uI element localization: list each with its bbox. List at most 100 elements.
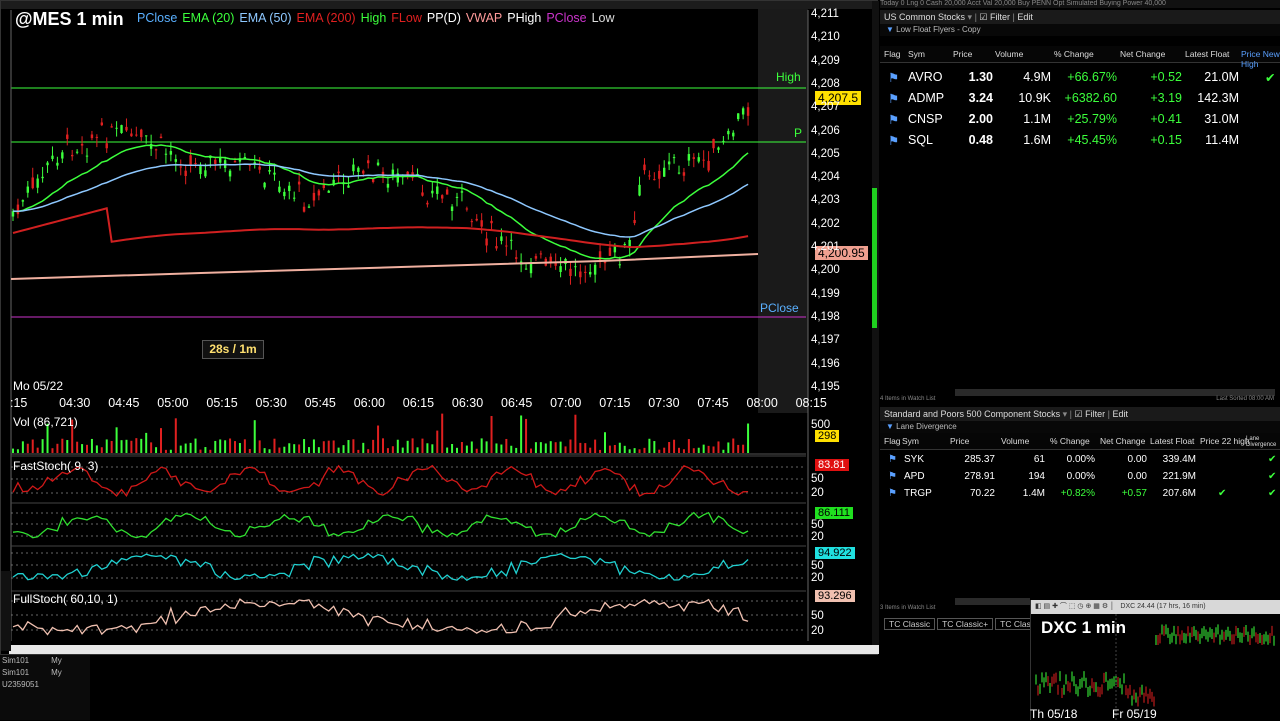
dxc-chart-window[interactable]: ◧ ▤ ✚ ⌒ ⬚ ◷ ⊕ ▦ ⚙ │ DXC 24.44 (17 hrs, 1…: [1030, 600, 1280, 720]
col-header[interactable]: Latest Float: [1185, 49, 1229, 59]
col-header[interactable]: Volume: [1001, 436, 1029, 446]
edit-button[interactable]: Edit: [1112, 409, 1128, 419]
table-row[interactable]: ⚑ APD 278.91 194 0.00% 0.00 221.9M ✔: [880, 469, 1280, 486]
filter-icon[interactable]: ☑: [979, 12, 987, 22]
watchlist-header[interactable]: US Common Stocks ▾ | ☑ Filter | Edit: [880, 10, 1280, 24]
volume-bar: [722, 449, 725, 453]
cell-sym: AVRO: [908, 70, 943, 84]
watchlist-us-common[interactable]: US Common Stocks ▾ | ☑ Filter | Edit ▼ L…: [880, 10, 1280, 390]
funnel-icon[interactable]: ▼: [886, 422, 894, 431]
flag-icon[interactable]: ⚑: [888, 488, 897, 499]
watchlist-rows[interactable]: ⚑ AVRO 1.30 4.9M +66.67% +0.52 21.0M ✔ ⚑ ADMP 3.24…: [880, 67, 1280, 151]
order-bar-strip[interactable]: [1, 571, 11, 651]
col-header[interactable]: Flag: [884, 436, 901, 446]
watchlist-subheader[interactable]: ▼ Low Float Flyers - Copy: [880, 24, 1280, 36]
watchlist-1-scrollbar[interactable]: [955, 389, 1275, 396]
col-header[interactable]: Lane Divergence: [1246, 436, 1280, 448]
candle-body: [130, 133, 133, 137]
candle-body: [179, 166, 182, 168]
volume-bar: [643, 447, 646, 453]
candle-body: [307, 206, 311, 208]
table-row[interactable]: ⚑ CNSP 2.00 1.1M +25.79% +0.41 31.0M: [880, 109, 1280, 130]
horizontal-scrollbar[interactable]: [9, 645, 879, 654]
candle-body: [51, 155, 54, 159]
time-tick: 07:30: [648, 396, 680, 410]
cell-net: 0.00: [1127, 454, 1147, 465]
candle-body: [327, 190, 330, 193]
tab-tc-classic[interactable]: TC Classic: [884, 618, 936, 630]
flag-icon[interactable]: ⚑: [888, 112, 899, 127]
col-header[interactable]: Price New High: [1241, 49, 1280, 69]
price-chart-canvas[interactable]: [1, 1, 879, 656]
candle-body: [125, 126, 128, 131]
cell-sym: ADMP: [908, 91, 945, 105]
volume-bar: [21, 441, 24, 453]
col-header[interactable]: Net Change: [1100, 436, 1145, 446]
col-header[interactable]: Net Change: [1120, 49, 1165, 59]
sublist-selector[interactable]: Low Float Flyers - Copy: [896, 25, 980, 34]
account-row[interactable]: Sim101 My: [0, 667, 90, 679]
flag-icon[interactable]: ⚑: [888, 70, 899, 85]
col-header[interactable]: Sym: [908, 49, 925, 59]
col-header[interactable]: % Change: [1054, 49, 1094, 59]
funnel-icon[interactable]: ▼: [886, 25, 894, 34]
watchlist-column-headers[interactable]: Flag Sym Price Volume % Change Net Chang…: [880, 433, 1280, 450]
vertical-scroll-thumb[interactable]: [872, 188, 877, 328]
col-header[interactable]: % Change: [1050, 436, 1090, 446]
tab-tc-classic-plus[interactable]: TC Classic+: [937, 618, 994, 630]
volume-bar: [574, 414, 577, 453]
account-list[interactable]: Sim101 My Sim101 My U2359051: [0, 655, 90, 720]
workspace-tabs[interactable]: TC Classic TC Classic+ TC Classic: [884, 618, 1048, 632]
watchlist-subheader[interactable]: ▼ Lane Divergence: [880, 421, 1280, 433]
volume-bar: [628, 449, 631, 453]
candle-body: [613, 246, 617, 253]
volume-bar: [520, 415, 523, 453]
col-header[interactable]: Volume: [995, 49, 1023, 59]
price-tick: 4,196: [811, 357, 840, 370]
watchlist-2-scrollbar[interactable]: [955, 598, 1030, 605]
flag-icon[interactable]: ⚑: [888, 91, 899, 106]
col-header[interactable]: Price 22 high: [1200, 436, 1250, 446]
candle-body: [145, 135, 148, 137]
volume-bar: [441, 413, 444, 453]
filter-button[interactable]: Filter: [990, 12, 1010, 22]
account-row[interactable]: U2359051: [0, 679, 90, 691]
filter-icon[interactable]: ☑: [1075, 409, 1083, 419]
candle-body: [21, 200, 25, 202]
col-header[interactable]: Sym: [902, 436, 919, 446]
table-row[interactable]: ⚑ SQL 0.48 1.6M +45.45% +0.15 11.4M: [880, 130, 1280, 151]
watchlist-column-headers[interactable]: Flag Sym Price Volume % Change Net Chang…: [880, 46, 1280, 69]
volume-bar: [293, 444, 296, 453]
table-row[interactable]: ⚑ SYK 285.37 61 0.00% 0.00 339.4M ✔: [880, 452, 1280, 469]
cell-net: +0.52: [1150, 70, 1182, 84]
table-row[interactable]: ⚑ ADMP 3.24 10.9K +6382.60 +3.19 142.3M: [880, 88, 1280, 109]
candle-body: [663, 167, 666, 177]
price-tick: 4,210: [811, 31, 840, 44]
filter-button[interactable]: Filter: [1085, 409, 1105, 419]
stoch3-line: [12, 552, 749, 581]
candle-body: [283, 191, 286, 197]
flag-icon[interactable]: ⚑: [888, 133, 899, 148]
candle-body: [455, 196, 459, 198]
flag-icon[interactable]: ⚑: [888, 471, 897, 482]
col-header[interactable]: Price: [950, 436, 969, 446]
watchlist-title[interactable]: US Common Stocks: [884, 12, 965, 22]
time-tick: 07:15: [599, 396, 631, 410]
col-header[interactable]: Price: [953, 49, 972, 59]
main-chart-window[interactable]: @MES 1 min PClose EMA (20) EMA (50) EMA (20…: [0, 0, 879, 656]
table-row[interactable]: ⚑ AVRO 1.30 4.9M +66.67% +0.52 21.0M ✔: [880, 67, 1280, 88]
watchlist-sp500[interactable]: Standard and Poors 500 Component Stocks …: [880, 407, 1280, 597]
col-header[interactable]: Flag: [884, 49, 901, 59]
table-row[interactable]: ⚑ TRGP 70.22 1.4M +0.82% +0.57 207.6M ✔ ✔: [880, 486, 1280, 503]
flag-icon[interactable]: ⚑: [888, 454, 897, 465]
col-header[interactable]: Latest Float: [1150, 436, 1194, 446]
watchlist-title[interactable]: Standard and Poors 500 Component Stocks: [884, 409, 1060, 419]
watchlist-rows[interactable]: ⚑ SYK 285.37 61 0.00% 0.00 339.4M ✔ ⚑ APD 278.91 19…: [880, 452, 1280, 503]
volume-tag: 298: [815, 430, 840, 442]
volume-bar: [544, 443, 547, 453]
candle-body: [11, 211, 15, 217]
watchlist-header[interactable]: Standard and Poors 500 Component Stocks …: [880, 407, 1280, 421]
edit-button[interactable]: Edit: [1017, 12, 1033, 22]
account-row[interactable]: Sim101 My: [0, 655, 90, 667]
sublist-selector[interactable]: Lane Divergence: [896, 422, 956, 431]
